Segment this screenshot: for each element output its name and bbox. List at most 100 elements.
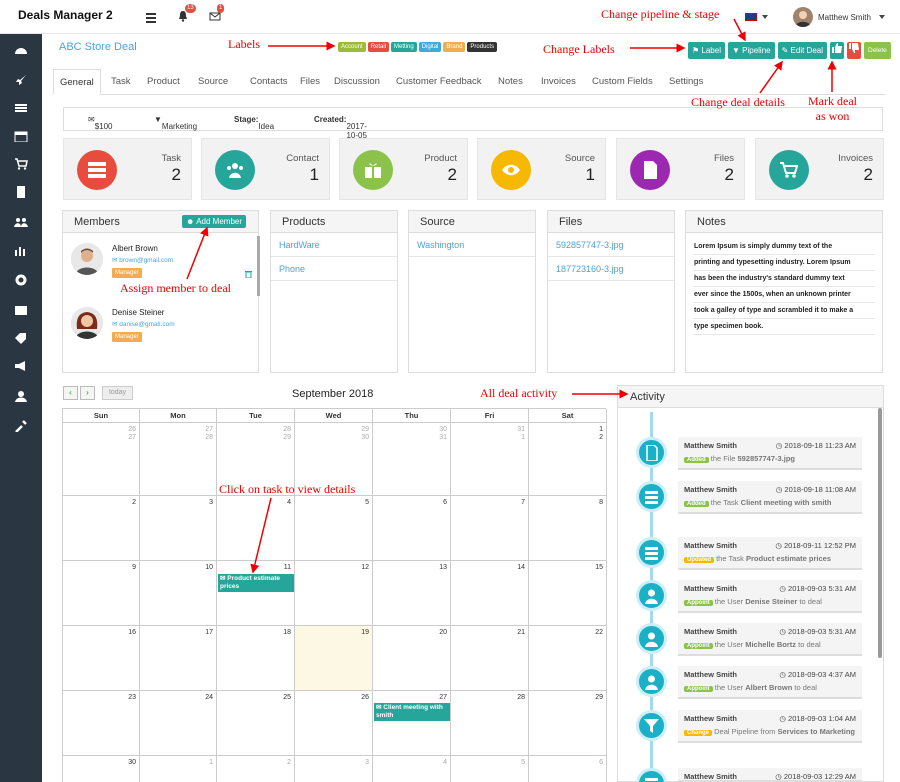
calendar-day-cell[interactable]: 4	[217, 496, 295, 561]
calendar-day-cell[interactable]: 13	[373, 561, 451, 626]
calendar-day-cell[interactable]: 3	[295, 756, 373, 782]
activity-item[interactable]: Matthew Smith ◷ 2018-09-03 5:31 AM Appoi…	[678, 623, 862, 656]
calendar-day-cell[interactable]: 17	[140, 626, 217, 691]
menu-icon[interactable]	[145, 12, 159, 24]
calendar-day-cell[interactable]: 12	[529, 423, 607, 496]
calendar-day-cell[interactable]: 19	[295, 626, 373, 691]
activity-item[interactable]: Matthew Smith ◷ 2018-09-11 12:52 PM Upda…	[678, 537, 862, 570]
building-icon[interactable]	[14, 186, 28, 198]
calendar-icon[interactable]	[14, 130, 28, 142]
calendar-day-cell[interactable]: 21	[451, 626, 529, 691]
activity-item[interactable]: Matthew Smith ◷ 2018-09-03 5:31 AM Appoi…	[678, 580, 862, 613]
calendar-day-cell[interactable]: 29	[529, 691, 607, 756]
calendar-day-cell[interactable]: 14	[451, 561, 529, 626]
calendar-event[interactable]: ✉ Client meeting with smith	[374, 703, 450, 721]
calendar-day-cell[interactable]: 26 27	[63, 423, 140, 496]
calendar-day-cell[interactable]: 5	[451, 756, 529, 782]
mail-icon[interactable]	[14, 304, 28, 316]
calendar-day-cell[interactable]: 7	[451, 496, 529, 561]
tab-task[interactable]: Task	[111, 69, 131, 95]
rocket-icon[interactable]	[14, 74, 28, 86]
product-link[interactable]: Phone	[271, 257, 397, 281]
stat-files[interactable]: Files 2	[616, 138, 745, 200]
chevron-down-icon[interactable]	[879, 15, 885, 19]
source-link[interactable]: Washington	[409, 233, 535, 257]
label-button[interactable]: ⚑ Label	[688, 42, 725, 59]
calendar-day-cell[interactable]: 22	[529, 626, 607, 691]
calendar-day-cell[interactable]: 20	[373, 626, 451, 691]
tab-customer-feedback[interactable]: Customer Feedback	[396, 69, 482, 95]
tab-contacts[interactable]: Contacts	[250, 69, 288, 95]
activity-item[interactable]: Matthew Smith ◷ 2018-09-18 11:23 AM Adde…	[678, 437, 862, 470]
tab-discussion[interactable]: Discussion	[334, 69, 380, 95]
mark-lost-button[interactable]	[847, 42, 861, 59]
cart-icon[interactable]	[14, 158, 28, 170]
activity-item[interactable]: Matthew Smith ◷ 2018-09-03 12:29 AM	[678, 768, 862, 782]
members-scrollbar[interactable]	[257, 236, 260, 296]
trash-icon[interactable]	[245, 270, 252, 278]
calendar-day-cell[interactable]: 31 1	[451, 423, 529, 496]
tab-source[interactable]: Source	[198, 69, 228, 95]
language-flag-icon[interactable]	[745, 13, 757, 21]
tag-icon[interactable]	[14, 332, 28, 344]
tab-files[interactable]: Files	[300, 69, 320, 95]
calendar-day-cell[interactable]: 3	[140, 496, 217, 561]
member-item[interactable]: Denise Steiner ✉ danise@gmail.com Manage…	[69, 301, 249, 361]
delete-button[interactable]: Delete	[864, 42, 891, 59]
tab-settings[interactable]: Settings	[669, 69, 703, 95]
stat-source[interactable]: Source 1	[477, 138, 606, 200]
calendar-day-cell[interactable]: 28	[451, 691, 529, 756]
calendar-day-cell[interactable]: 9	[63, 561, 140, 626]
calendar-day-cell[interactable]: 11	[217, 561, 295, 626]
tab-custom-fields[interactable]: Custom Fields	[592, 69, 653, 95]
calendar-day-cell[interactable]: 25	[217, 691, 295, 756]
tab-invoices[interactable]: Invoices	[541, 69, 576, 95]
product-link[interactable]: HardWare	[271, 233, 397, 257]
chart-icon[interactable]	[14, 244, 28, 256]
activity-scrollbar[interactable]	[878, 408, 882, 658]
stat-contact[interactable]: Contact 1	[201, 138, 330, 200]
mark-won-button[interactable]	[830, 42, 844, 59]
calendar-day-cell[interactable]: 15	[529, 561, 607, 626]
tab-product[interactable]: Product	[147, 69, 180, 95]
stat-task[interactable]: Task 2	[63, 138, 192, 200]
calendar-day-cell[interactable]: 30 31	[373, 423, 451, 496]
calendar-day-cell[interactable]: 27	[373, 691, 451, 756]
add-member-button[interactable]: ☻ Add Member	[182, 215, 246, 228]
calendar-day-cell[interactable]: 2	[63, 496, 140, 561]
prev-month-button[interactable]: ‹	[63, 386, 78, 400]
user-avatar[interactable]	[793, 7, 813, 27]
pipeline-button[interactable]: ▼ Pipeline	[727, 42, 775, 59]
tab-notes[interactable]: Notes	[498, 69, 523, 95]
next-month-button[interactable]: ›	[80, 386, 95, 400]
notifications-button[interactable]: 13	[177, 4, 196, 22]
wrench-icon[interactable]	[14, 420, 28, 432]
tab-general[interactable]: General	[53, 69, 101, 95]
dashboard-icon[interactable]	[14, 44, 28, 56]
calendar-day-cell[interactable]: 8	[529, 496, 607, 561]
calendar-day-cell[interactable]: 12	[295, 561, 373, 626]
activity-item[interactable]: Matthew Smith ◷ 2018-09-18 11:08 AM Adde…	[678, 481, 862, 514]
calendar-day-cell[interactable]: 1	[140, 756, 217, 782]
calendar-day-cell[interactable]: 18	[217, 626, 295, 691]
edit-deal-button[interactable]: ✎ Edit Deal	[777, 42, 827, 59]
calendar-day-cell[interactable]: 5	[295, 496, 373, 561]
calendar-day-cell[interactable]: 10	[140, 561, 217, 626]
calendar-day-cell[interactable]: 27 28	[140, 423, 217, 496]
chevron-down-icon[interactable]	[762, 15, 768, 19]
stat-invoices[interactable]: Invoices 2	[755, 138, 884, 200]
megaphone-icon[interactable]	[14, 360, 28, 372]
gear-icon[interactable]	[14, 274, 28, 286]
calendar-day-cell[interactable]: 16	[63, 626, 140, 691]
activity-item[interactable]: Matthew Smith ◷ 2018-09-03 4:37 AM Appoi…	[678, 666, 862, 699]
users-icon[interactable]	[14, 216, 28, 228]
file-link[interactable]: 592857747-3.jpg	[548, 233, 674, 257]
messages-button[interactable]: 1	[209, 4, 225, 22]
user-icon[interactable]	[14, 390, 28, 402]
calendar-day-cell[interactable]: 23	[63, 691, 140, 756]
user-name[interactable]: Matthew Smith	[818, 13, 871, 22]
calendar-day-cell[interactable]: 6	[529, 756, 607, 782]
calendar-day-cell[interactable]: 30	[63, 756, 140, 782]
activity-item[interactable]: Matthew Smith ◷ 2018-09-03 1:04 AM Chang…	[678, 710, 862, 743]
stat-product[interactable]: Product 2	[339, 138, 468, 200]
